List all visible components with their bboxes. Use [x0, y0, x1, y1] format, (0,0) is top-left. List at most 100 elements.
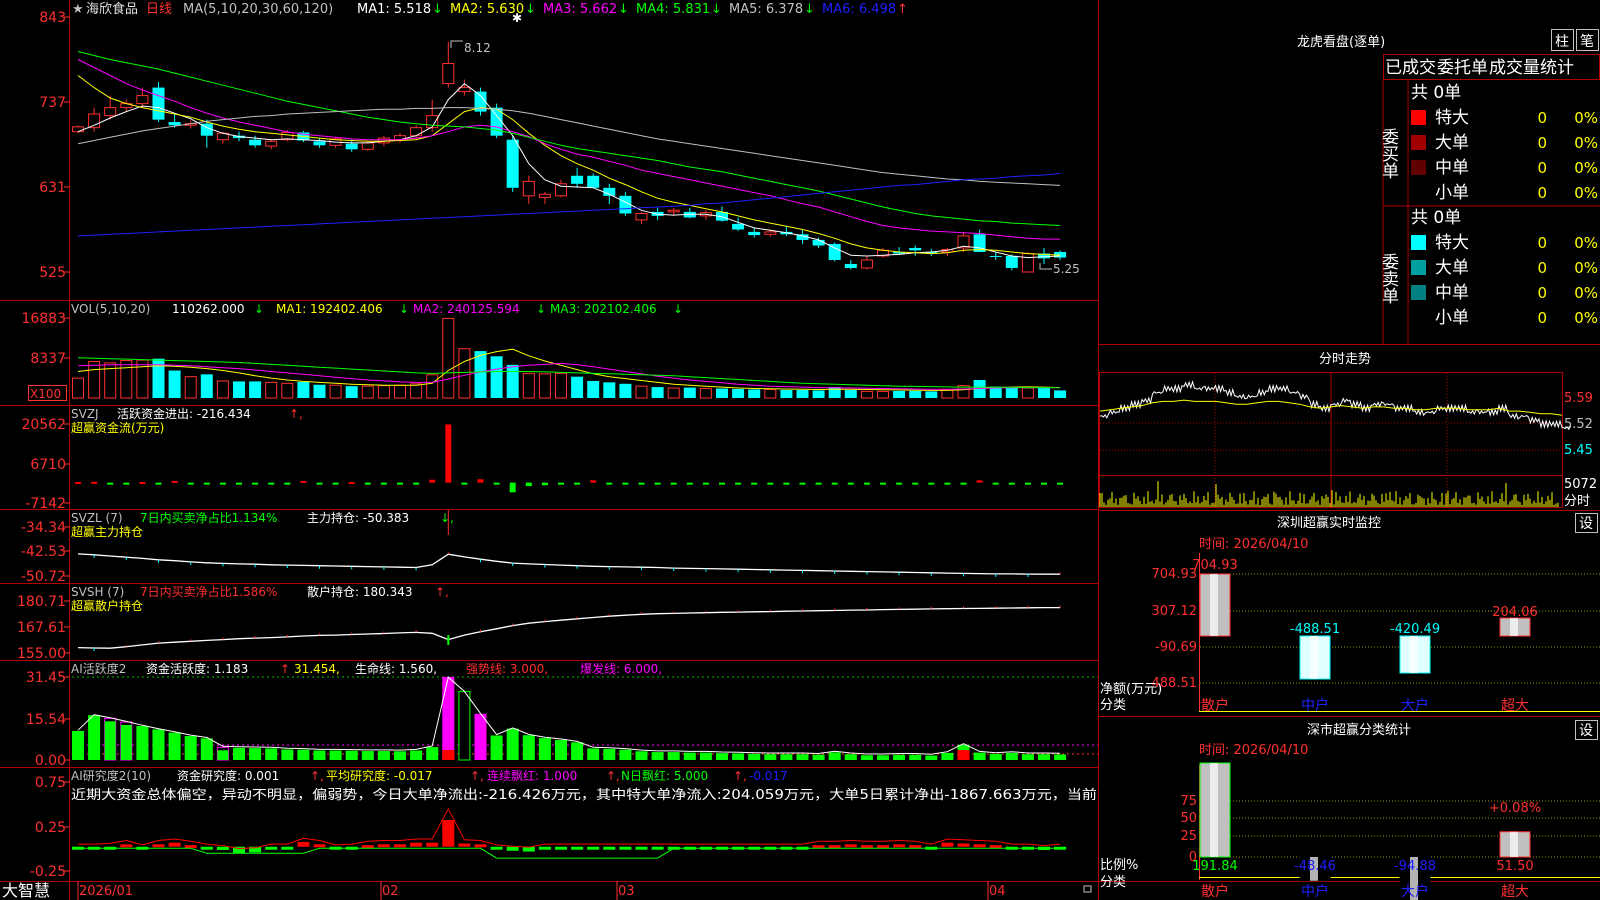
vol-unit: X100 — [30, 387, 61, 401]
candle-body — [361, 142, 374, 150]
vol-ma-arrow-2: ↓ — [536, 302, 546, 316]
main-yticks-3: 525 — [39, 265, 66, 281]
ma-value-6: MA6: 6.498 — [822, 2, 896, 17]
ai-research-bar — [651, 846, 664, 850]
sz-monitor-chart-value-3: 204.06 — [1492, 605, 1538, 620]
svzj-bar — [139, 482, 146, 485]
svzj-bar — [831, 482, 838, 485]
candle-body — [104, 107, 117, 117]
sz-stats-y-title: 比例% — [1100, 858, 1138, 873]
ai-research-bar — [812, 845, 825, 849]
svzj-bar — [493, 482, 500, 485]
sell-rows-pct-2: 0% — [1574, 284, 1598, 302]
candle-body — [458, 87, 471, 93]
volume-bar — [136, 359, 149, 399]
candlestick-plot[interactable] — [72, 41, 1067, 273]
vol-yticks-0: 16883 — [21, 311, 66, 327]
ma-line-MA1 — [77, 82, 1061, 259]
svzj-bar — [509, 482, 516, 493]
ai-research-bar — [635, 846, 648, 850]
ai-active-text4: 强势线: 3.000, — [466, 662, 548, 676]
volume-bar — [313, 384, 326, 398]
sell-rows-pct-0: 0% — [1574, 234, 1598, 252]
svzj-bar — [252, 482, 259, 485]
buy-rows-swatch-1 — [1411, 135, 1426, 150]
volume-bar — [764, 388, 777, 399]
svzl-text2: 主力持仓: -50.383 — [307, 510, 409, 525]
ai-research-bar — [844, 844, 857, 848]
buy-rows-count-0: 0 — [1537, 109, 1547, 127]
ai-research-text5: -0.017 — [749, 769, 788, 783]
vol-yticks-1: 8337 — [30, 351, 66, 367]
volume-bar — [233, 381, 245, 398]
volume-bar — [860, 390, 873, 399]
candle-body — [844, 263, 857, 268]
volume-bar — [587, 380, 600, 398]
ai-research-bar — [619, 846, 632, 850]
svzj-bar — [219, 482, 226, 485]
svzj-bar — [429, 479, 436, 483]
ai-research-text1: 资金研究度: 0.001 — [177, 768, 279, 783]
ai-research-summary: 近期大资金总体偏空，异动不明显，偏弱势，今日大单净流出:-216.426万元，其… — [71, 787, 1097, 803]
ma-arrow-1: ↓ — [432, 2, 443, 17]
intraday-volume-bars — [1099, 481, 1559, 507]
svzj-bar — [912, 482, 919, 485]
ai-active-bar — [1021, 754, 1034, 760]
ai-research-bar — [281, 846, 294, 850]
sell-total: 共 0单 — [1411, 208, 1461, 228]
period-label[interactable]: 日线 — [146, 2, 172, 17]
volume-panel-header: VOL(5,10,20) 110262.000 ↓ MA1: 192402.40… — [71, 302, 683, 316]
sz-stats-chart-category-1: 中户 — [1301, 883, 1329, 900]
buy-rows-label-3: 小单 — [1435, 183, 1469, 203]
svzj-bar — [445, 424, 452, 483]
candle-body — [555, 183, 567, 197]
ai-research-bar — [941, 842, 954, 847]
ai-active-bar-fill — [120, 724, 132, 760]
tab-orders[interactable]: 委托单 — [1437, 58, 1488, 78]
spark-mark: ✱ — [512, 11, 522, 25]
sell-rows: 特大 0 0% 大单 0 0% 中单 0 0% 小单 0 0% — [1411, 233, 1598, 328]
sz-stats-chart-category-2: 大户 — [1401, 883, 1429, 900]
ai-active-arrow: ↑ — [280, 662, 290, 676]
volume-bar — [619, 383, 632, 398]
candle-body — [1005, 255, 1018, 268]
volume-bar — [732, 388, 745, 398]
ai-active-bar — [281, 749, 294, 760]
ma-value-5: MA5: 6.378 — [729, 2, 803, 17]
ai-research-bar — [265, 846, 278, 850]
sell-rows-label-2: 中单 — [1435, 283, 1469, 303]
ai-research-arrow2: ↑, — [470, 769, 484, 783]
ai-active-header: AI活跃度2 资金活跃度: 1.183 ↑ 31.454, 生命线: 1.560… — [71, 661, 662, 676]
ai-research-bar — [394, 844, 406, 848]
bar-mode-label: 柱 — [1555, 34, 1569, 50]
svzj-bar — [300, 480, 307, 483]
lock-icon — [1083, 885, 1092, 893]
tab-filled[interactable]: 已成交 — [1385, 58, 1436, 78]
ma-value-3: MA3: 5.662 — [543, 2, 617, 17]
ai-active-bar — [877, 755, 889, 760]
ai-research-label: AI研究度2(10) — [71, 768, 151, 783]
sell-side-title: 委卖单 — [1378, 253, 1399, 304]
ai-active-bar — [893, 754, 906, 760]
tab-volume-stats[interactable]: 成交量统计 — [1489, 58, 1574, 78]
svzj-text: 活跃资金进出: -216.434 — [117, 406, 251, 421]
ma-arrow-4: ↓ — [711, 2, 722, 17]
ai-research-bar — [168, 842, 181, 847]
sz-monitor-settings-label: 设 — [1579, 516, 1593, 532]
svzj-label: SVZJ — [71, 407, 99, 421]
svzl-yticks-2: -50.72 — [21, 569, 66, 585]
buy-rows-count-2: 0 — [1537, 159, 1547, 177]
sz-monitor-chart-value-1: -488.51 — [1290, 622, 1340, 637]
svzj-bar — [1057, 482, 1064, 485]
stock-name[interactable]: 海欣食品 — [86, 1, 138, 17]
candle-body — [538, 193, 551, 198]
ai-active-bar — [860, 755, 873, 760]
ma-values: MA1: 5.518 ↓ MA2: 5.630 ↓ MA3: 5.662 ↓ MA4: 5.… — [357, 2, 908, 17]
candle-body — [442, 63, 455, 85]
volume-bar — [538, 373, 551, 399]
main-yticks-0: 843 — [39, 10, 66, 26]
high-label: 8.12 — [464, 41, 491, 55]
ai-active-bar — [168, 732, 181, 760]
svzj-bar — [1041, 482, 1047, 485]
volume-bar — [200, 374, 213, 398]
